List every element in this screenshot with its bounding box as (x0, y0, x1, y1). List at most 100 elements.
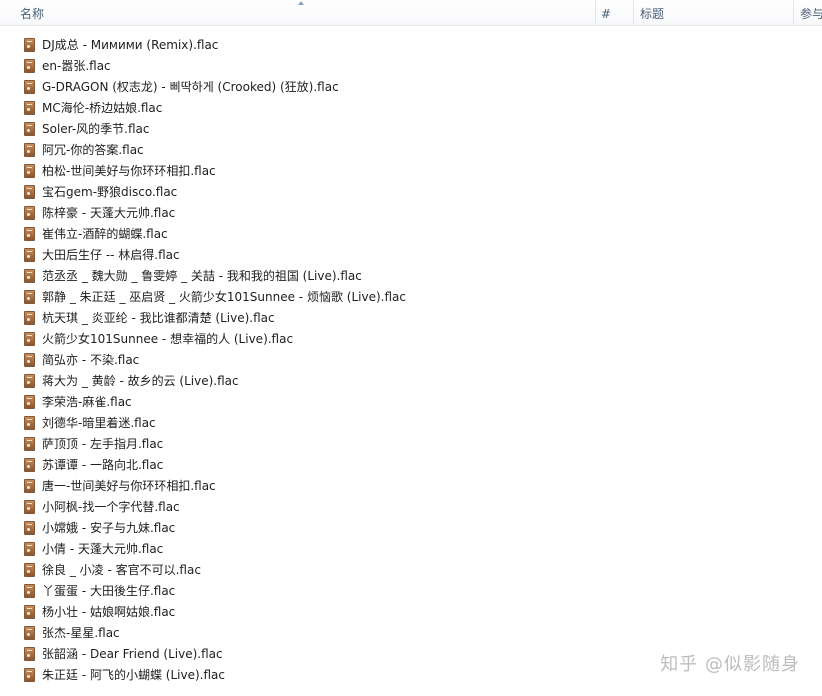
flac-audio-file-icon (24, 80, 35, 94)
file-row[interactable]: 崔伟立-酒醉的蝴蝶.flac (0, 224, 596, 245)
file-row[interactable]: DJ成总 - Мимими (Remix).flac (0, 35, 596, 56)
file-row[interactable]: 小倩 - 天蓬大元帅.flac (0, 539, 596, 560)
file-name: 大田后生仔 -- 林启得.flac (42, 248, 180, 262)
file-name: 张韶涵 - Dear Friend (Live).flac (42, 647, 223, 661)
file-row[interactable]: 苏谭谭 - 一路向北.flac (0, 455, 596, 476)
flac-audio-file-icon (24, 668, 35, 682)
file-name: 柏松-世间美好与你环环相扣.flac (42, 164, 216, 178)
file-explorer-window: 名称 # 标题 参与 DJ成总 - Мимими (Remix).flac en-… (0, 0, 822, 696)
flac-audio-file-icon (24, 437, 35, 451)
flac-audio-file-icon (24, 332, 35, 346)
file-row[interactable]: 刘德华-暗里着迷.flac (0, 413, 596, 434)
flac-audio-file-icon (24, 227, 35, 241)
file-row[interactable]: 柏松-世间美好与你环环相扣.flac (0, 161, 596, 182)
file-row[interactable]: Soler-风的季节.flac (0, 119, 596, 140)
column-track-number[interactable]: # (596, 0, 634, 26)
flac-audio-file-icon (24, 458, 35, 472)
file-name: 李荣浩-麻雀.flac (42, 395, 132, 409)
flac-audio-file-icon (24, 185, 35, 199)
file-name: 郭静 _ 朱正廷 _ 巫启贤 _ 火箭少女101Sunnee - 烦恼歌 (Li… (42, 290, 406, 304)
flac-audio-file-icon (24, 101, 35, 115)
file-row[interactable]: MC海伦-桥边姑娘.flac (0, 98, 596, 119)
file-row[interactable]: 小阿枫-找一个字代替.flac (0, 497, 596, 518)
file-name: 苏谭谭 - 一路向北.flac (42, 458, 164, 472)
flac-audio-file-icon (24, 500, 35, 514)
file-name: DJ成总 - Мимими (Remix).flac (42, 38, 219, 52)
flac-audio-file-icon (24, 290, 35, 304)
column-contributing-artists[interactable]: 参与 (794, 0, 822, 26)
flac-audio-file-icon (24, 206, 35, 220)
flac-audio-file-icon (24, 626, 35, 640)
file-row[interactable]: 宝石gem-野狼disco.flac (0, 182, 596, 203)
file-row[interactable]: 陈梓豪 - 天蓬大元帅.flac (0, 203, 596, 224)
flac-audio-file-icon (24, 647, 35, 661)
file-row[interactable]: 杭天琪 _ 炎亚纶 - 我比谁都清楚 (Live).flac (0, 308, 596, 329)
flac-audio-file-icon (24, 605, 35, 619)
watermark: 知乎 @似影随身 (660, 654, 800, 675)
file-name: G-DRAGON (权志龙) - 삐딱하게 (Crooked) (狂放).fla… (42, 80, 339, 94)
file-row[interactable]: 郭静 _ 朱正廷 _ 巫启贤 _ 火箭少女101Sunnee - 烦恼歌 (Li… (0, 287, 596, 308)
file-name: 陈梓豪 - 天蓬大元帅.flac (42, 206, 176, 220)
flac-audio-file-icon (24, 164, 35, 178)
flac-audio-file-icon (24, 353, 35, 367)
flac-audio-file-icon (24, 38, 35, 52)
column-header: 名称 # 标题 参与 (0, 0, 822, 26)
flac-audio-file-icon (24, 143, 35, 157)
file-name: 宝石gem-野狼disco.flac (42, 185, 178, 199)
file-name: 萨顶顶 - 左手指月.flac (42, 437, 164, 451)
file-row[interactable]: 唐一-世间美好与你环环相扣.flac (0, 476, 596, 497)
file-row[interactable]: 蒋大为 _ 黄龄 - 故乡的云 (Live).flac (0, 371, 596, 392)
file-name: 杭天琪 _ 炎亚纶 - 我比谁都清楚 (Live).flac (42, 311, 275, 325)
file-row[interactable]: 大田后生仔 -- 林启得.flac (0, 245, 596, 266)
file-name: 蒋大为 _ 黄龄 - 故乡的云 (Live).flac (42, 374, 239, 388)
flac-audio-file-icon (24, 59, 35, 73)
file-row[interactable]: 张韶涵 - Dear Friend (Live).flac (0, 644, 596, 665)
file-row[interactable]: 萨顶顶 - 左手指月.flac (0, 434, 596, 455)
flac-audio-file-icon (24, 122, 35, 136)
file-name: 徐良 _ 小凌 - 客官不可以.flac (42, 563, 201, 577)
file-name: 唐一-世间美好与你环环相扣.flac (42, 479, 216, 493)
file-name: 杨小壮 - 姑娘啊姑娘.flac (42, 605, 176, 619)
file-row[interactable]: 杨小壮 - 姑娘啊姑娘.flac (0, 602, 596, 623)
flac-audio-file-icon (24, 374, 35, 388)
file-row[interactable]: 朱正廷 - 阿飞的小蝴蝶 (Live).flac (0, 665, 596, 686)
file-name: 火箭少女101Sunnee - 想幸福的人 (Live).flac (42, 332, 294, 346)
file-row[interactable]: G-DRAGON (权志龙) - 삐딱하게 (Crooked) (狂放).fla… (0, 77, 596, 98)
file-name: 小嫦娥 - 安子与九妹.flac (42, 521, 176, 535)
flac-audio-file-icon (24, 542, 35, 556)
file-name: 朱正廷 - 阿飞的小蝴蝶 (Live).flac (42, 668, 225, 682)
file-name: 刘德华-暗里着迷.flac (42, 416, 156, 430)
file-name: 丫蛋蛋 - 大田後生仔.flac (42, 584, 176, 598)
file-row[interactable]: 小嫦娥 - 安子与九妹.flac (0, 518, 596, 539)
flac-audio-file-icon (24, 521, 35, 535)
file-name: 张杰-星星.flac (42, 626, 120, 640)
flac-audio-file-icon (24, 584, 35, 598)
flac-audio-file-icon (24, 269, 35, 283)
column-title[interactable]: 标题 (634, 0, 794, 26)
file-list: DJ成总 - Мимими (Remix).flac en-嚣张.flac G-DR… (0, 35, 596, 686)
file-name: 小倩 - 天蓬大元帅.flac (42, 542, 164, 556)
file-name: en-嚣张.flac (42, 59, 111, 73)
file-row[interactable]: 徐良 _ 小凌 - 客官不可以.flac (0, 560, 596, 581)
file-row[interactable]: 火箭少女101Sunnee - 想幸福的人 (Live).flac (0, 329, 596, 350)
file-row[interactable]: 阿冗-你的答案.flac (0, 140, 596, 161)
file-name: 阿冗-你的答案.flac (42, 143, 144, 157)
file-row[interactable]: 张杰-星星.flac (0, 623, 596, 644)
flac-audio-file-icon (24, 395, 35, 409)
file-name: 简弘亦 - 不染.flac (42, 353, 140, 367)
file-row[interactable]: 李荣浩-麻雀.flac (0, 392, 596, 413)
flac-audio-file-icon (24, 479, 35, 493)
flac-audio-file-icon (24, 311, 35, 325)
file-row[interactable]: 范丞丞 _ 魏大勋 _ 鲁雯婷 _ 关喆 - 我和我的祖国 (Live).fla… (0, 266, 596, 287)
flac-audio-file-icon (24, 563, 35, 577)
file-name: 小阿枫-找一个字代替.flac (42, 500, 180, 514)
file-row[interactable]: 丫蛋蛋 - 大田後生仔.flac (0, 581, 596, 602)
file-row[interactable]: en-嚣张.flac (0, 56, 596, 77)
flac-audio-file-icon (24, 416, 35, 430)
file-name: MC海伦-桥边姑娘.flac (42, 101, 163, 115)
flac-audio-file-icon (24, 248, 35, 262)
file-name: Soler-风的季节.flac (42, 122, 150, 136)
file-row[interactable]: 简弘亦 - 不染.flac (0, 350, 596, 371)
file-name: 范丞丞 _ 魏大勋 _ 鲁雯婷 _ 关喆 - 我和我的祖国 (Live).fla… (42, 269, 362, 283)
file-name: 崔伟立-酒醉的蝴蝶.flac (42, 227, 168, 241)
